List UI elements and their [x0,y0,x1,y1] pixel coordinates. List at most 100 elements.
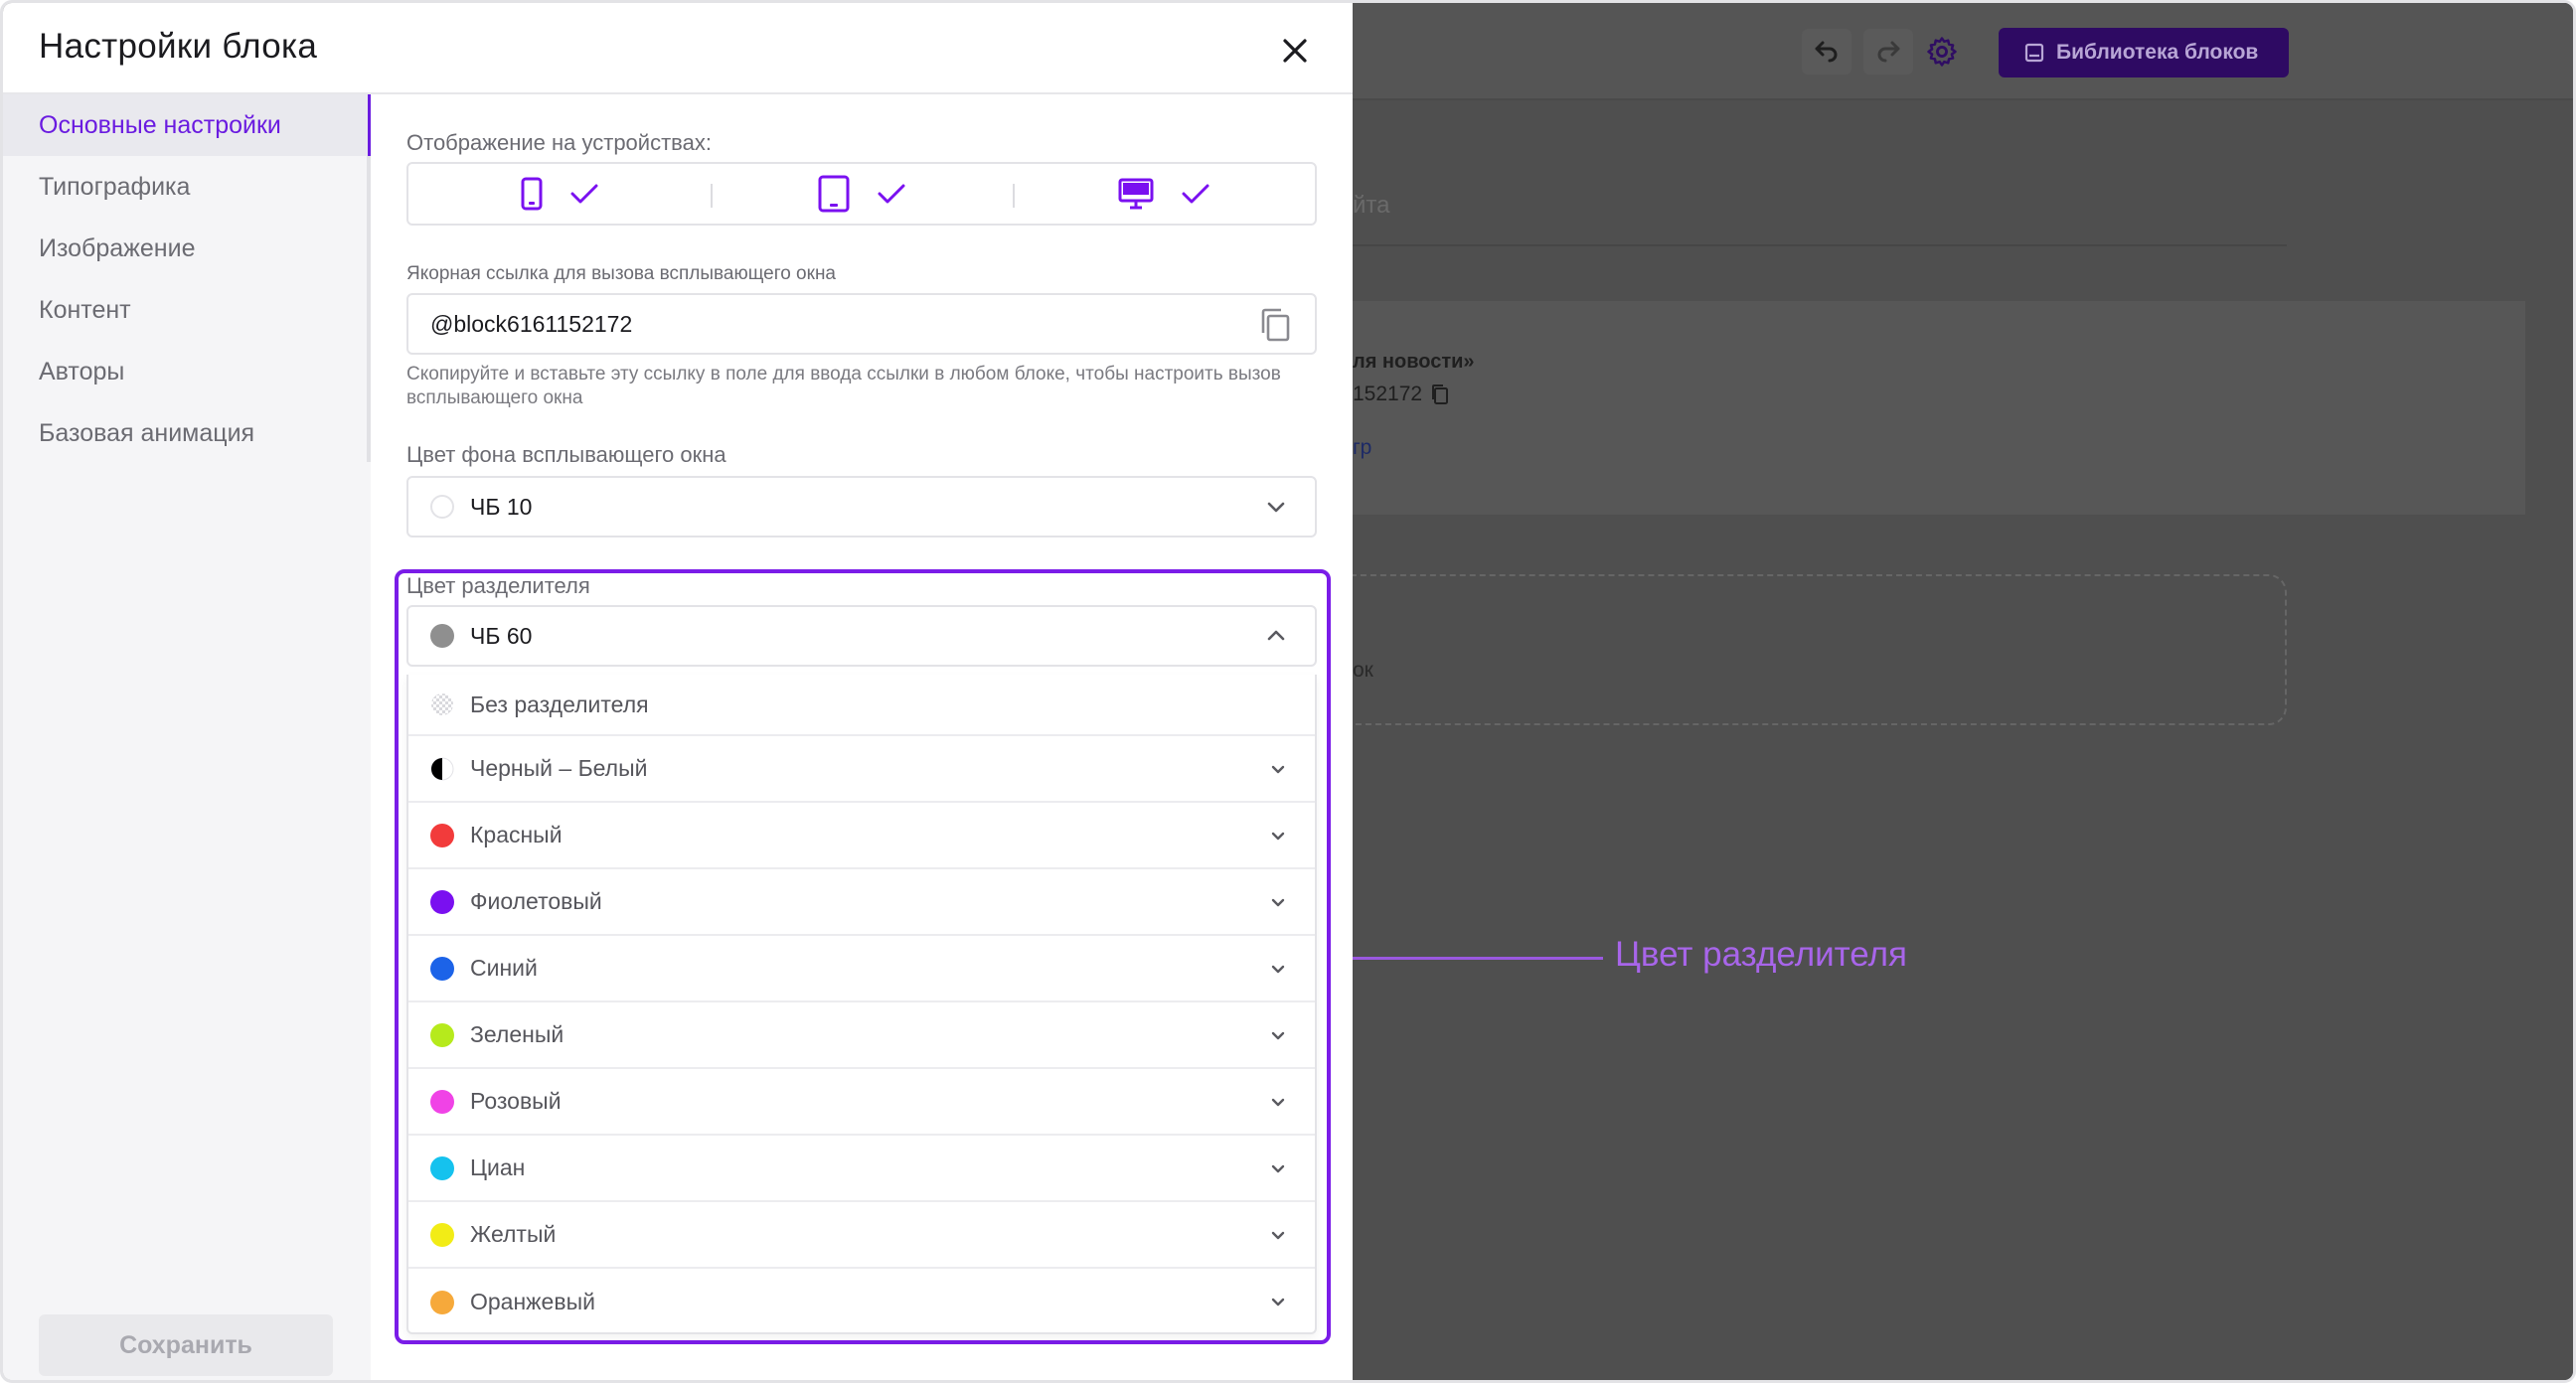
option-label: Зеленый [470,1021,564,1047]
close-icon [1283,39,1307,63]
sidebar-item-label: Авторы [39,357,125,385]
chevron-down-icon [1267,502,1285,513]
chevron-down-icon [1271,1231,1285,1240]
annotation-label: Цвет разделителя [1615,935,1907,974]
background-card [1333,301,2525,515]
device-toggle-mobile[interactable] [408,164,711,224]
color-swatch [430,1290,454,1314]
chevron-down-icon [1271,1298,1285,1306]
half-swatch-icon [430,757,454,780]
option-label: Без разделителя [470,691,649,717]
sidebar-item-label: Контент [39,295,131,324]
block-library-button: Библиотека блоков [1999,28,2289,77]
option-label: Красный [470,822,563,847]
redo-button [1863,29,1913,75]
copy-link-button[interactable] [1259,307,1293,349]
option-label: Синий [470,955,538,981]
undo-button [1802,29,1852,75]
option-label: Фиолетовый [470,888,602,914]
background-card-id-text: 152172 [1353,383,1423,405]
option-orange[interactable]: Оранжевый [408,1269,1315,1335]
popup-bg-color-value: ЧБ 10 [470,493,533,520]
option-green[interactable]: Зеленый [408,1002,1315,1069]
anchor-link-field[interactable]: @block6161152172 [406,293,1317,355]
color-swatch [430,1222,454,1247]
background-dashed-area [1313,574,2287,725]
color-swatch [430,1155,454,1180]
background-dashed-text: ок [1353,659,1373,682]
option-red[interactable]: Красный [408,803,1315,869]
modal-header: Настройки блока [3,3,1353,94]
background-card-link: гр [1353,436,1372,459]
divider-color-label: Цвет разделителя [406,573,590,598]
anchor-link-hint: Скопируйте и вставьте эту ссылку в поле … [406,364,1281,408]
desktop-icon [1118,178,1154,210]
chevron-down-icon [1271,832,1285,841]
background-app-overlay: Библиотека блоков йта ля новости» 152172… [1313,3,2573,1380]
background-card-id: 152172 [1353,383,1450,406]
chevron-up-icon [1267,630,1285,641]
color-swatch [430,624,454,648]
chevron-down-icon [1271,898,1285,907]
chevron-down-icon [1271,765,1285,774]
background-input [1333,167,2287,246]
app-frame: Библиотека блоков йта ля новости» 152172… [0,0,2576,1383]
transparent-swatch-icon [431,693,453,715]
sidebar-item-main-settings[interactable]: Основные настройки [3,94,371,156]
mobile-icon [521,177,543,211]
block-settings-modal: Настройки блока Основные настройки Типог… [3,3,1353,1380]
sidebar-item-label: Базовая анимация [39,418,255,447]
close-button[interactable] [1275,31,1315,71]
color-swatch [430,823,454,847]
sidebar-item-content[interactable]: Контент [3,279,371,341]
background-toolbar: Библиотека блоков [1353,3,2573,100]
sidebar-item-authors[interactable]: Авторы [3,341,371,402]
divider-color-dropdown: Без разделителя Черный – Белый Красный Ф… [406,675,1317,1334]
option-cyan[interactable]: Циан [408,1136,1315,1202]
option-pink[interactable]: Розовый [408,1069,1315,1136]
option-no-divider[interactable]: Без разделителя [408,675,1315,736]
check-icon [1182,184,1209,204]
chevron-down-icon [1271,1031,1285,1040]
sidebar-item-label: Основные настройки [39,110,281,139]
check-icon [570,184,598,204]
modal-title: Настройки блока [39,27,318,66]
device-toggle-desktop[interactable] [1013,164,1315,224]
undo-icon [1815,41,1838,63]
popup-bg-color-label: Цвет фона всплывающего окна [406,442,726,467]
color-swatch [430,956,454,981]
tablet-icon [818,175,850,213]
option-label: Желтый [470,1221,557,1247]
sidebar-item-image[interactable]: Изображение [3,218,371,279]
popup-bg-color-select[interactable]: ЧБ 10 [406,476,1317,538]
settings-gear-button [1919,29,1965,75]
option-label: Розовый [470,1088,562,1114]
divider [711,184,713,208]
anchor-link-label: Якорная ссылка для вызова всплывающего о… [406,263,836,284]
sidebar-item-label: Типографика [39,172,191,201]
device-toggle-tablet[interactable] [711,164,1013,224]
sidebar-item-animation[interactable]: Базовая анимация [3,402,371,464]
background-input-text: йта [1353,192,1390,219]
divider [1013,184,1015,208]
background-card-title: ля новости» [1353,351,1475,373]
redo-icon [1877,41,1900,63]
option-violet[interactable]: Фиолетовый [408,869,1315,936]
option-label: Циан [470,1154,526,1180]
gear-icon [1927,37,1957,67]
sidebar-item-typography[interactable]: Типографика [3,156,371,218]
option-black-white[interactable]: Черный – Белый [408,736,1315,803]
color-swatch [430,1022,454,1047]
option-label: Черный – Белый [470,755,648,781]
option-yellow[interactable]: Желтый [408,1202,1315,1269]
divider-color-select[interactable]: ЧБ 60 [406,605,1317,667]
copy-icon [1432,384,1449,404]
block-library-label: Библиотека блоков [2056,41,2259,64]
option-blue[interactable]: Синий [408,936,1315,1002]
library-icon [2024,43,2044,63]
color-swatch [430,1089,454,1114]
color-swatch [430,889,454,914]
annotation-line [1339,957,1603,960]
save-button[interactable]: Сохранить [39,1314,333,1376]
devices-label: Отображение на устройствах: [406,130,712,155]
